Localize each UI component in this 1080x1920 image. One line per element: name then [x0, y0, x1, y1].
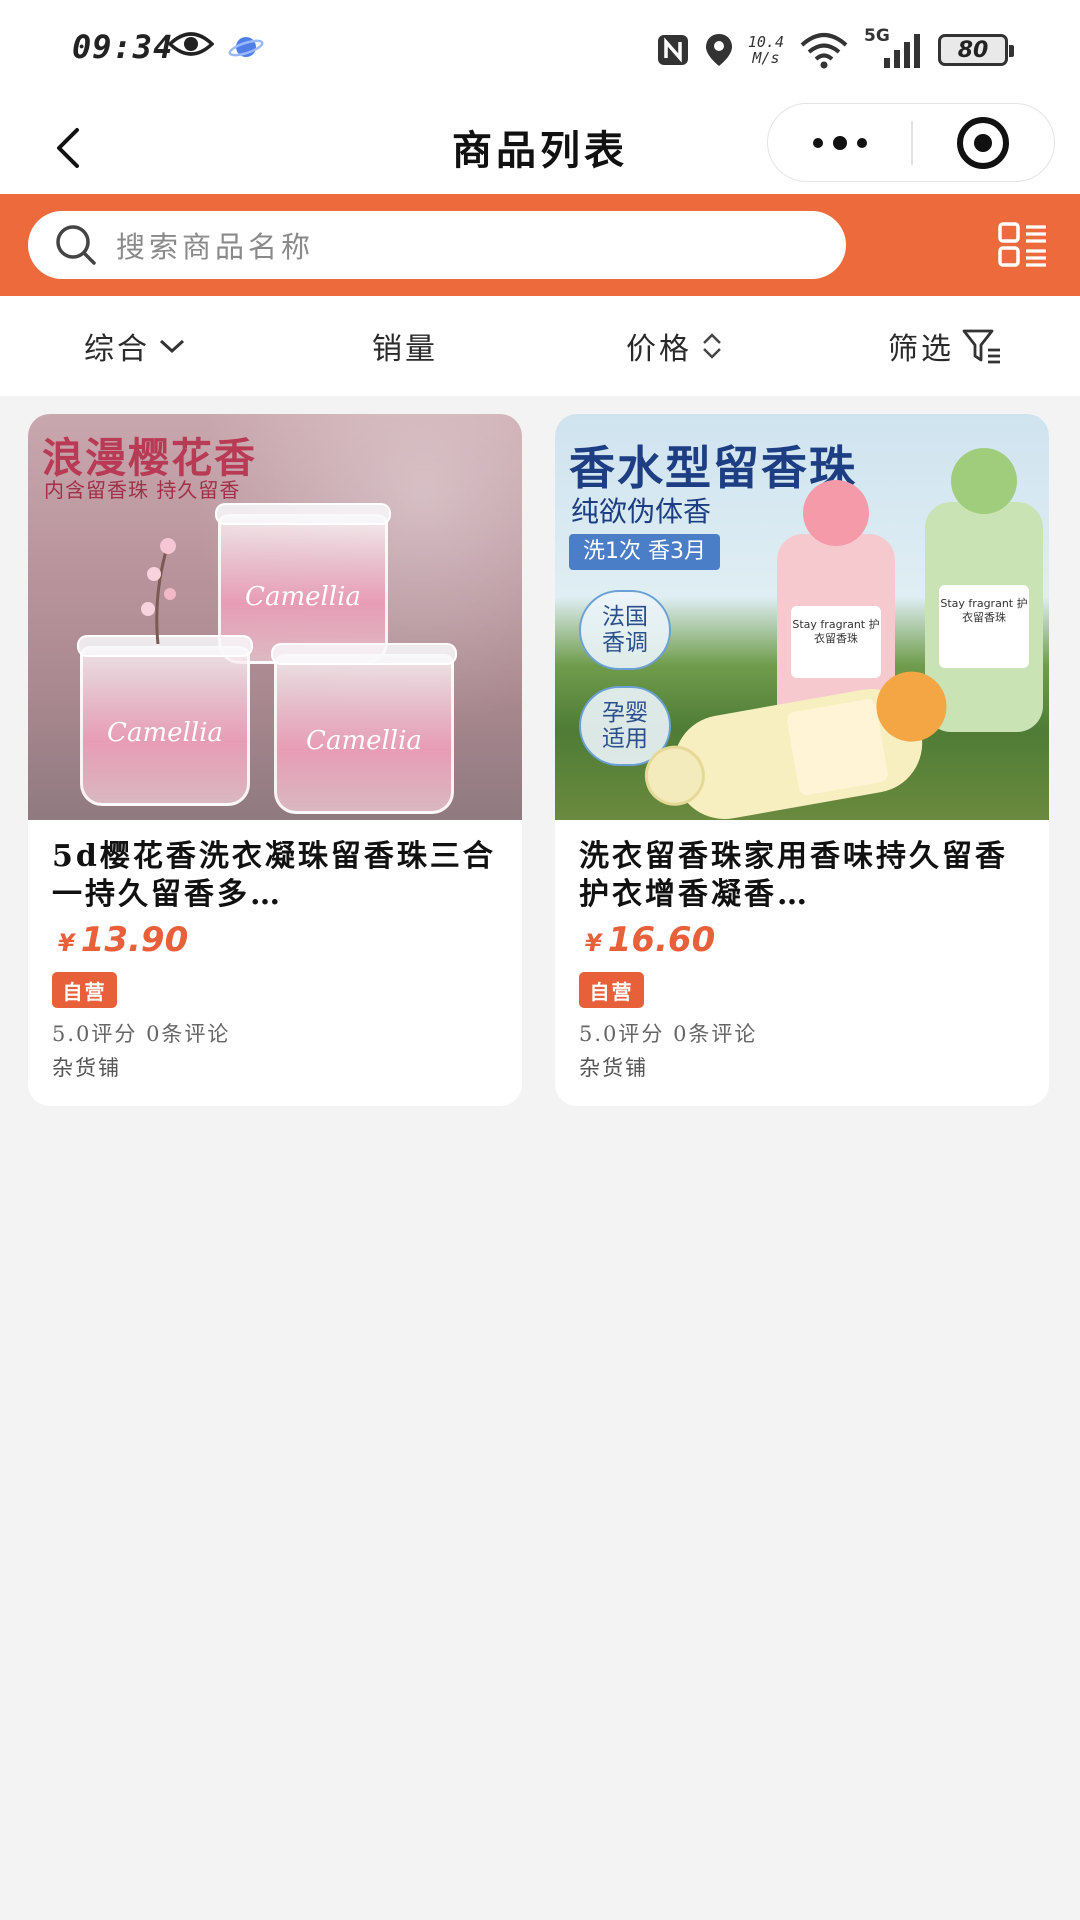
status-time: 09:34 [72, 28, 174, 66]
search-placeholder: 搜索商品名称 [116, 230, 315, 264]
filter-price-label: 价格 [626, 332, 692, 367]
filter-screen-label: 筛选 [888, 332, 954, 367]
product-rating: 5.0评分 0条评论 [52, 1022, 231, 1046]
nfc-icon [657, 35, 688, 65]
shop-name[interactable]: 杂货铺 [52, 1052, 121, 1082]
product-title[interactable]: 5d樱花香洗衣凝珠留香珠三合一持久留香多… [52, 838, 502, 914]
jar-lid [215, 503, 391, 525]
bottle-label: Stay fragrant 护衣留香珠 [939, 584, 1029, 668]
price-currency: ¥ [585, 929, 602, 957]
image-subline: 内含留香珠 持久留香 [44, 478, 241, 502]
jar-right: Camellia [271, 643, 457, 814]
self-operated-badge: 自营 [579, 972, 644, 1008]
filter-bar: 综合 销量 价格 筛选 [0, 296, 1080, 396]
planet-icon [228, 37, 264, 57]
search-input[interactable]: 搜索商品名称 [28, 211, 846, 279]
jar-lid [271, 643, 457, 665]
filter-price[interactable]: 价格 [540, 296, 810, 396]
signal-group: 5G [864, 26, 924, 70]
bottle-cap [803, 480, 869, 546]
more-button[interactable] [768, 104, 911, 181]
net-speed-unit: M/s [752, 49, 780, 67]
filter-sales[interactable]: 销量 [270, 296, 540, 396]
jar-left: Camellia [77, 635, 253, 806]
net-speed: 10.4 M/s [748, 34, 784, 66]
search-bar: 搜索商品名称 [0, 194, 1080, 296]
bottle-label [785, 697, 890, 797]
status-right-group: 10.4 M/s 5G 80 [656, 26, 1014, 74]
price-amount: 13.90 [80, 920, 189, 960]
chevron-down-icon [159, 339, 185, 354]
self-operated-badge: 自营 [52, 972, 117, 1008]
close-miniprogram-button[interactable] [913, 104, 1055, 181]
grid-list-toggle-icon [998, 222, 1046, 267]
price-currency: ¥ [58, 929, 75, 957]
eye-icon [168, 32, 214, 56]
jar-label: Camellia [306, 726, 422, 757]
badge-line: 香调 [602, 630, 648, 656]
shop-name[interactable]: 杂货铺 [579, 1052, 648, 1082]
signal-icon [884, 34, 920, 68]
bottle-yellow [640, 666, 953, 820]
filter-screen[interactable]: 筛选 [810, 296, 1080, 396]
product-title[interactable]: 洗衣留香珠家用香味持久留香护衣增香凝香… [579, 838, 1029, 914]
blossom-icon [141, 538, 176, 645]
filter-comprehensive[interactable]: 综合 [0, 296, 270, 396]
cherry-blossom-decor [118, 524, 198, 645]
net-speed-value: 10.4 [747, 33, 784, 51]
battery-level: 80 [957, 37, 989, 63]
more-icon [812, 135, 867, 150]
bottle-label: Stay fragrant 护衣留香珠 [791, 606, 881, 678]
product-card[interactable]: 浪漫樱花香 内含留香珠 持久留香 Camellia Camellia Camel… [28, 414, 522, 1106]
product-image[interactable]: 香水型留香珠 纯欲伪体香 洗1次 香3月 法国 香调 孕婴 适用 Stay fr… [555, 414, 1049, 820]
product-rating: 5.0评分 0条评论 [579, 1022, 758, 1046]
location-icon [705, 34, 732, 66]
price-amount: 16.60 [607, 920, 716, 960]
product-price: ¥16.60 [585, 920, 715, 960]
filter-icon [962, 329, 1000, 364]
filter-comprehensive-label: 综合 [84, 332, 150, 367]
product-card[interactable]: 香水型留香珠 纯欲伪体香 洗1次 香3月 法国 香调 孕婴 适用 Stay fr… [555, 414, 1049, 1106]
sort-updown-icon [703, 333, 721, 359]
badge-line: 孕婴 [602, 700, 648, 726]
jar-label: Camellia [107, 718, 223, 749]
miniprogram-capsule [767, 103, 1055, 182]
layout-toggle-button[interactable] [998, 221, 1048, 269]
nav-bar: 商品列表 [0, 100, 1080, 194]
close-target-icon [957, 116, 1010, 169]
jar-label: Camellia [245, 581, 361, 612]
badge-line: 法国 [602, 604, 648, 630]
badge-line: 适用 [602, 726, 648, 752]
wifi-icon [800, 33, 848, 69]
search-icon [56, 225, 96, 265]
image-subline: 纯欲伪体香 [571, 495, 712, 528]
status-bar: 09:34 10.4 M/s 5G 80 [0, 0, 1080, 100]
image-pill: 洗1次 香3月 [569, 534, 720, 570]
filter-sales-label: 销量 [372, 332, 438, 367]
image-badge-french: 法国 香调 [579, 590, 671, 670]
bottle-cap [951, 448, 1017, 514]
product-image[interactable]: 浪漫樱花香 内含留香珠 持久留香 Camellia Camellia Camel… [28, 414, 522, 820]
product-price: ¥13.90 [58, 920, 188, 960]
battery-icon: 80 [938, 34, 1014, 66]
